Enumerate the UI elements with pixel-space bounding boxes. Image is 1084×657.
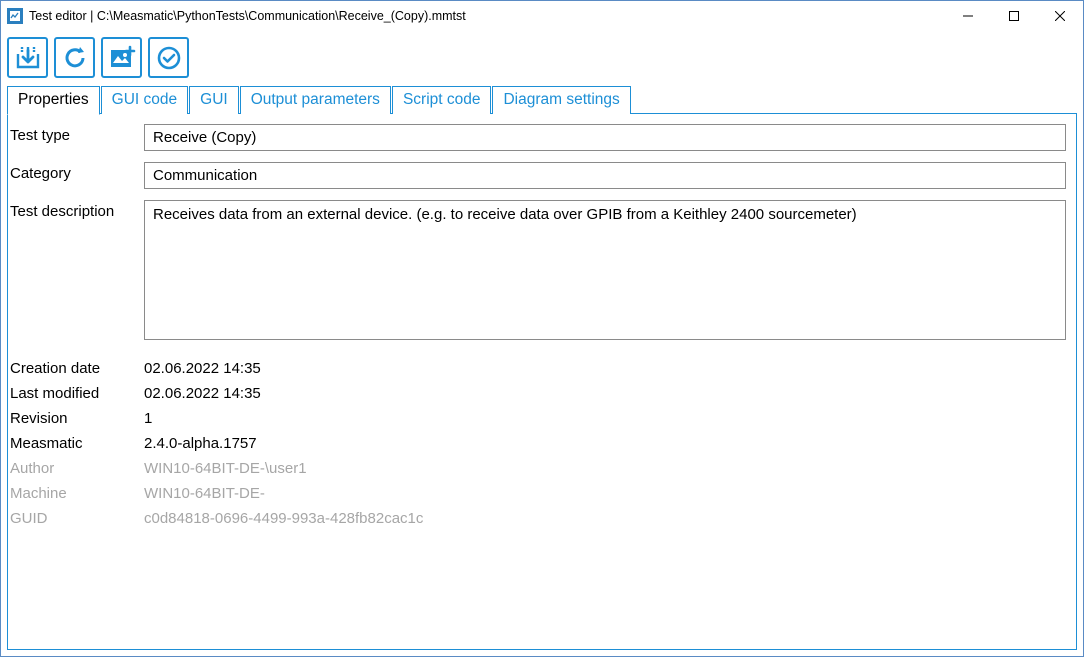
label-measmatic: Measmatic: [8, 432, 144, 452]
row-test-type: Test type: [8, 124, 1066, 151]
row-last-modified: Last modified 02.06.2022 14:35: [8, 382, 1066, 402]
maximize-button[interactable]: [991, 1, 1037, 31]
window: Test editor | C:\Measmatic\PythonTests\C…: [0, 0, 1084, 657]
row-machine: Machine WIN10-64BIT-DE-: [8, 482, 1066, 502]
row-author: Author WIN10-64BIT-DE-\user1: [8, 457, 1066, 477]
label-guid: GUID: [8, 507, 144, 527]
tab-properties[interactable]: Properties: [7, 86, 100, 115]
close-button[interactable]: [1037, 1, 1083, 31]
row-measmatic: Measmatic 2.4.0-alpha.1757: [8, 432, 1066, 452]
value-last-modified: 02.06.2022 14:35: [144, 382, 1066, 402]
toolbar: [1, 31, 1083, 86]
label-creation-date: Creation date: [8, 357, 144, 377]
save-button[interactable]: [7, 37, 48, 78]
input-test-type[interactable]: [144, 124, 1066, 151]
window-controls: [945, 1, 1083, 31]
validate-button[interactable]: [148, 37, 189, 78]
row-revision: Revision 1: [8, 407, 1066, 427]
value-guid: c0d84818-0696-4499-993a-428fb82cac1c: [144, 507, 1066, 527]
minimize-button[interactable]: [945, 1, 991, 31]
input-category[interactable]: [144, 162, 1066, 189]
app-icon: [7, 8, 23, 24]
reload-button[interactable]: [54, 37, 95, 78]
tab-bar: Properties GUI code GUI Output parameter…: [1, 86, 1083, 114]
input-test-description[interactable]: [144, 200, 1066, 340]
tab-script-code[interactable]: Script code: [392, 86, 492, 114]
label-category: Category: [8, 162, 144, 182]
label-test-description: Test description: [8, 200, 144, 220]
value-author: WIN10-64BIT-DE-\user1: [144, 457, 1066, 477]
label-last-modified: Last modified: [8, 382, 144, 402]
row-category: Category: [8, 162, 1066, 189]
row-creation-date: Creation date 02.06.2022 14:35: [8, 357, 1066, 377]
value-creation-date: 02.06.2022 14:35: [144, 357, 1066, 377]
add-image-button[interactable]: [101, 37, 142, 78]
tab-diagram-settings[interactable]: Diagram settings: [492, 86, 630, 114]
tab-output-parameters[interactable]: Output parameters: [240, 86, 391, 114]
label-test-type: Test type: [8, 124, 144, 144]
value-revision: 1: [144, 407, 1066, 427]
tab-gui-code[interactable]: GUI code: [101, 86, 188, 114]
row-test-description: Test description: [8, 200, 1066, 340]
label-machine: Machine: [8, 482, 144, 502]
value-machine: WIN10-64BIT-DE-: [144, 482, 1066, 502]
label-revision: Revision: [8, 407, 144, 427]
label-author: Author: [8, 457, 144, 477]
titlebar: Test editor | C:\Measmatic\PythonTests\C…: [1, 1, 1083, 31]
row-guid: GUID c0d84818-0696-4499-993a-428fb82cac1…: [8, 507, 1066, 527]
tab-gui[interactable]: GUI: [189, 86, 239, 114]
window-title: Test editor | C:\Measmatic\PythonTests\C…: [29, 9, 945, 23]
value-measmatic: 2.4.0-alpha.1757: [144, 432, 1066, 452]
tab-content: Test type Category Test description Crea…: [7, 114, 1077, 650]
